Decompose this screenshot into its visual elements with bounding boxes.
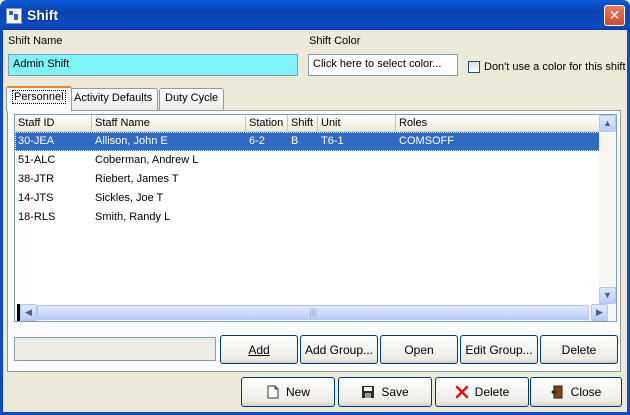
- shift-name-label: Shift Name: [8, 35, 63, 47]
- cell-staff-name: Sickles, Joe T: [95, 192, 164, 204]
- open-button[interactable]: Open: [380, 335, 458, 364]
- delete-personnel-button[interactable]: Delete: [540, 335, 618, 364]
- column-header-shift[interactable]: Shift: [288, 115, 318, 131]
- chevron-down-icon: ▼: [603, 290, 612, 300]
- column-header-station[interactable]: Station: [246, 115, 288, 131]
- floppy-disk-icon: [361, 385, 375, 399]
- column-header-unit[interactable]: Unit: [318, 115, 396, 131]
- close-button-label: Close: [570, 385, 602, 399]
- cell-unit: T6-1: [321, 135, 344, 147]
- cell-staff-name: Allison, John E: [95, 135, 168, 147]
- scroll-position-marker: [17, 304, 20, 321]
- no-color-label[interactable]: Don't use a color for this shift: [484, 61, 626, 73]
- add-group-button[interactable]: Add Group...: [300, 335, 378, 364]
- window-title: Shift: [27, 7, 59, 23]
- cell-staff-id: 51-ALC: [18, 154, 56, 166]
- add-group-button-label: Add Group...: [304, 342, 374, 357]
- cell-roles: COMSOFF: [399, 135, 454, 147]
- tab-activity-defaults[interactable]: Activity Defaults: [68, 88, 159, 110]
- grid-header: Staff ID Staff Name Station Shift Unit R…: [15, 115, 600, 132]
- title-bar[interactable]: Shift ✕: [0, 0, 630, 30]
- horizontal-scrollbar[interactable]: ◀ ||| ▶: [15, 304, 616, 321]
- red-x-icon: [455, 385, 469, 399]
- tab-duty-cycle[interactable]: Duty Cycle: [159, 88, 225, 110]
- open-button-label: Open: [404, 342, 434, 357]
- scroll-left-button[interactable]: ◀: [20, 304, 37, 321]
- save-button-label: Save: [381, 385, 409, 399]
- add-button[interactable]: Add: [220, 335, 298, 364]
- personnel-grid[interactable]: Staff ID Staff Name Station Shift Unit R…: [14, 114, 617, 322]
- table-row[interactable]: 38-JTR Riebert, James T: [15, 170, 600, 189]
- delete-button-label: Delete: [474, 385, 510, 399]
- table-row[interactable]: 30-JEA Allison, John E 6-2 B T6-1 COMSOF…: [15, 132, 600, 151]
- cell-staff-id: 30-JEA: [18, 135, 55, 147]
- close-x-icon: ✕: [608, 7, 621, 23]
- table-row[interactable]: 18-RLS Smith, Randy L: [15, 208, 600, 227]
- cell-staff-name: Coberman, Andrew L: [95, 154, 199, 166]
- scroll-down-button[interactable]: ▼: [599, 287, 616, 304]
- window-close-button[interactable]: ✕: [604, 5, 625, 26]
- column-header-staff-id[interactable]: Staff ID: [15, 115, 92, 131]
- shift-name-input[interactable]: Admin Shift: [8, 54, 298, 76]
- exit-door-icon: [550, 385, 565, 399]
- delete-button[interactable]: Delete: [435, 377, 529, 407]
- tab-personnel-label: Personnel: [12, 90, 66, 104]
- window-frame-left: [0, 30, 3, 415]
- scroll-right-button[interactable]: ▶: [591, 304, 608, 321]
- save-button[interactable]: Save: [338, 377, 432, 407]
- chevron-up-icon: ▲: [603, 118, 612, 128]
- column-header-staff-name[interactable]: Staff Name: [92, 115, 246, 131]
- tab-duty-cycle-label: Duty Cycle: [165, 92, 219, 104]
- shift-color-label: Shift Color: [309, 35, 361, 47]
- new-button-label: New: [285, 385, 310, 399]
- cell-staff-name: Riebert, James T: [95, 173, 179, 185]
- column-header-roles[interactable]: Roles: [396, 115, 600, 131]
- cell-staff-id: 14-JTS: [18, 192, 54, 204]
- shift-color-picker[interactable]: Click here to select color...: [308, 54, 458, 76]
- vertical-scrollbar[interactable]: ▲ ▼: [599, 115, 616, 304]
- new-document-icon: [266, 385, 280, 399]
- cell-station: 6-2: [249, 135, 265, 147]
- chevron-left-icon: ◀: [25, 307, 32, 317]
- close-button[interactable]: Close: [530, 377, 622, 407]
- no-color-checkbox[interactable]: [468, 61, 480, 73]
- grip-icon: |||: [309, 307, 317, 317]
- new-button[interactable]: New: [241, 377, 335, 407]
- delete-personnel-button-label: Delete: [561, 342, 597, 357]
- cell-shift: B: [291, 135, 299, 147]
- cell-staff-name: Smith, Randy L: [95, 211, 171, 223]
- tab-activity-defaults-label: Activity Defaults: [74, 92, 153, 104]
- horizontal-scroll-thumb[interactable]: |||: [37, 305, 589, 320]
- cell-staff-id: 18-RLS: [18, 211, 56, 223]
- app-window-icon: [6, 8, 22, 24]
- table-row[interactable]: 51-ALC Coberman, Andrew L: [15, 151, 600, 170]
- edit-group-button-label: Edit Group...: [465, 342, 533, 357]
- tab-personnel[interactable]: Personnel: [6, 86, 72, 111]
- status-box: [14, 337, 216, 361]
- cell-staff-id: 38-JTR: [18, 173, 55, 185]
- chevron-right-icon: ▶: [596, 307, 603, 317]
- edit-group-button[interactable]: Edit Group...: [460, 335, 538, 364]
- add-button-label: Add: [248, 342, 270, 357]
- scroll-up-button[interactable]: ▲: [599, 115, 616, 132]
- table-row[interactable]: 14-JTS Sickles, Joe T: [15, 189, 600, 208]
